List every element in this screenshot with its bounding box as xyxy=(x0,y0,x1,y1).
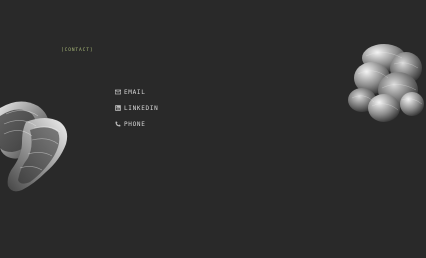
abstract-shape-left xyxy=(0,101,68,192)
contact-page: [CONTACT] EMAIL LINKEDIN PHONE xyxy=(0,0,426,258)
contact-label-linkedin: LINKEDIN xyxy=(124,104,159,112)
linkedin-icon xyxy=(115,105,121,111)
contact-link-phone[interactable]: PHONE xyxy=(115,119,159,129)
contact-link-linkedin[interactable]: LINKEDIN xyxy=(115,103,159,113)
contact-label-email: EMAIL xyxy=(124,88,146,96)
abstract-shape-right xyxy=(348,44,424,122)
contact-list: EMAIL LINKEDIN PHONE xyxy=(115,87,159,135)
contact-link-email[interactable]: EMAIL xyxy=(115,87,159,97)
mail-icon xyxy=(115,89,121,95)
phone-icon xyxy=(115,121,121,127)
section-label: [CONTACT] xyxy=(61,48,94,53)
contact-label-phone: PHONE xyxy=(124,120,146,128)
